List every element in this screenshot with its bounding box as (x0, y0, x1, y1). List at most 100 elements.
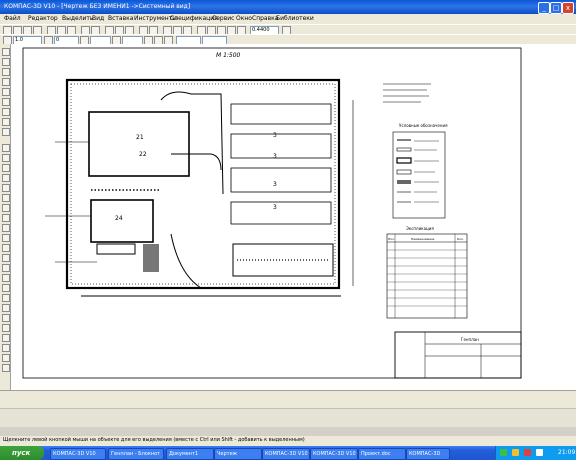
edit-tool-icon[interactable] (2, 78, 10, 86)
close-button[interactable]: x (562, 2, 574, 14)
geometry-tool-icon[interactable] (2, 48, 10, 56)
antivirus-icon[interactable] (524, 449, 531, 456)
table-header-pos: Поз. (388, 237, 395, 241)
equidistant-tool-icon[interactable] (2, 284, 10, 292)
parking-row-2 (230, 133, 332, 159)
hatch-tool-icon[interactable] (2, 244, 10, 252)
maximize-button[interactable]: □ (550, 2, 562, 14)
associative-view-tool-icon[interactable] (2, 118, 10, 126)
line-tool-icon[interactable] (2, 154, 10, 162)
window-title: КОМПАС-3D V10 - [Чертеж БЕЗ ИМЕНИ1 ->Сис… (4, 3, 191, 10)
legend-box (392, 131, 446, 219)
menu-bar: Файл Редактор Выделить Вид Вставка Инстр… (0, 14, 576, 24)
task-button-1[interactable]: КОМПАС-3D V10 (50, 448, 106, 460)
drawing-canvas[interactable]: М 1:500 21 22 24 3 3 3 3 Условные обозна… (11, 44, 576, 390)
menu-service[interactable]: Сервис (212, 15, 234, 22)
table-header-name: Наименование (411, 237, 434, 241)
menu-file[interactable]: Файл (4, 15, 21, 22)
break-tool-icon[interactable] (2, 324, 10, 332)
fillet-tool-icon[interactable] (2, 264, 10, 272)
title-block (394, 331, 522, 379)
zone-num-1: 3 (273, 132, 277, 139)
compact-toolbar (0, 44, 11, 390)
dimensions-tool-icon[interactable] (2, 58, 10, 66)
chamfer-tool-icon[interactable] (2, 254, 10, 262)
scale-label: М 1:500 (216, 52, 241, 59)
task-button-7[interactable]: Проект.doc (358, 448, 406, 460)
menu-help[interactable]: Справка (252, 15, 278, 22)
legend-title: Условные обозначения (399, 123, 448, 128)
copy-tool-icon[interactable] (2, 364, 10, 372)
menu-select[interactable]: Выделить (62, 15, 93, 22)
menu-specification[interactable]: Спецификация (170, 15, 218, 22)
rectangle-tool-icon[interactable] (2, 214, 10, 222)
building-num-3: 24 (115, 215, 123, 222)
sheet-frame (22, 47, 522, 379)
offset-tool-icon[interactable] (2, 294, 10, 302)
mirror-tool-icon[interactable] (2, 304, 10, 312)
special-control-panel (0, 408, 576, 427)
menu-insert[interactable]: Вставка (108, 15, 133, 22)
circle-tool-icon[interactable] (2, 174, 10, 182)
building-num-2: 22 (139, 151, 147, 158)
small-structure (96, 243, 136, 255)
building-1 (88, 111, 190, 177)
polyline-tool-icon[interactable] (2, 204, 10, 212)
contour-tool-icon[interactable] (2, 274, 10, 282)
start-button[interactable]: пуск (0, 446, 44, 460)
notation-tool-icon[interactable] (2, 68, 10, 76)
spline-tool-icon[interactable] (2, 234, 10, 242)
task-button-2[interactable]: Генплан - Блокнот (108, 448, 164, 460)
parking-row-3 (230, 167, 332, 193)
zone-num-2: 3 (273, 153, 277, 160)
notes-block (383, 83, 431, 103)
menu-view[interactable]: Вид (92, 15, 104, 22)
polygon-tool-icon[interactable] (2, 224, 10, 232)
parking-row-1 (230, 103, 332, 125)
drawing-sheet: М 1:500 21 22 24 3 3 3 3 Условные обозна… (22, 47, 522, 379)
system-tray: 21:09 (495, 446, 576, 460)
spec-tool-icon[interactable] (2, 128, 10, 136)
task-button-8[interactable]: КОМПАС-3D (406, 448, 450, 460)
menu-libraries[interactable]: Библиотеки (276, 15, 314, 22)
scale-tool-icon[interactable] (2, 334, 10, 342)
point-tool-icon[interactable] (2, 144, 10, 152)
parking-row-4 (230, 201, 332, 225)
legend-items (396, 139, 439, 203)
task-button-6[interactable]: КОМПАС-3D V10 (310, 448, 358, 460)
language-icon[interactable] (536, 449, 543, 456)
rotate-tool-icon[interactable] (2, 344, 10, 352)
stamp-title: Генплан (461, 337, 479, 342)
menu-window[interactable]: Окно (236, 15, 252, 22)
menu-edit[interactable]: Редактор (28, 15, 58, 22)
task-button-4[interactable]: Чертеж (214, 448, 262, 460)
property-panel (0, 390, 576, 409)
road-4 (170, 233, 202, 289)
status-bar: Щелкните левой кнопкой мыши на объекте д… (0, 436, 576, 446)
minimize-button[interactable]: _ (538, 2, 550, 14)
move-tool-icon[interactable] (2, 354, 10, 362)
task-button-5[interactable]: КОМПАС-3D V10 (262, 448, 310, 460)
zone-num-3: 3 (273, 181, 277, 188)
explication-title: Экспликация (406, 226, 434, 231)
arc-tool-icon[interactable] (2, 184, 10, 192)
road-1 (160, 91, 224, 195)
status-message: Щелкните левой кнопкой мыши на объекте д… (3, 437, 305, 443)
task-button-3[interactable]: Документ1 (166, 448, 214, 460)
taskbar: пуск КОМПАС-3D V10 Генплан - Блокнот Док… (0, 446, 576, 460)
selection-tool-icon[interactable] (2, 108, 10, 116)
parametrization-tool-icon[interactable] (2, 88, 10, 96)
zone-num-4: 3 (273, 204, 277, 211)
volume-icon[interactable] (512, 449, 519, 456)
site-boundary (65, 78, 341, 290)
table-header-qty: Кол. (457, 237, 464, 241)
segment-tool-icon[interactable] (2, 164, 10, 172)
measure-tool-icon[interactable] (2, 98, 10, 106)
building-num-1: 21 (136, 134, 144, 141)
hatched-area (143, 244, 159, 272)
clock: 21:09 (558, 449, 576, 456)
road-2 (171, 153, 222, 171)
trim-tool-icon[interactable] (2, 314, 10, 322)
ellipse-tool-icon[interactable] (2, 194, 10, 202)
network-icon[interactable] (500, 449, 507, 456)
